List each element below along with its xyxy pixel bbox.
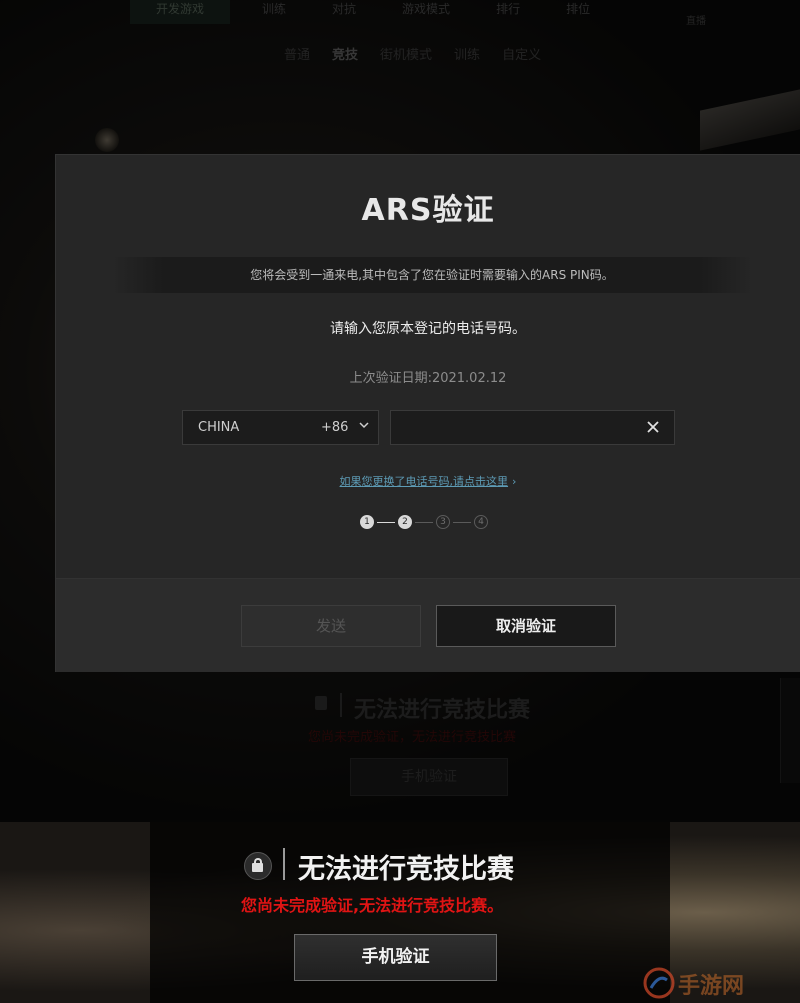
- watermark-logo-icon: [643, 967, 675, 999]
- lock-icon: [244, 852, 272, 880]
- step-connector: [377, 521, 395, 523]
- step-3: 3: [436, 515, 450, 529]
- step-4: 4: [474, 515, 488, 529]
- phone-verify-button[interactable]: 手机验证: [294, 934, 497, 981]
- clear-icon[interactable]: [646, 420, 660, 434]
- top-tab[interactable]: 对抗: [318, 0, 370, 24]
- country-name: CHINA: [198, 420, 240, 435]
- step-connector: [415, 521, 433, 523]
- side-panel: [780, 678, 800, 783]
- warning-title: 无法进行竞技比赛: [298, 854, 514, 885]
- top-tab[interactable]: 游戏模式: [388, 0, 464, 24]
- mode-tab-competitive[interactable]: 竞技: [332, 44, 358, 63]
- watermark: 手游网: [642, 962, 800, 1003]
- warning-subtitle: 您尚未完成验证,无法进行竞技比赛。: [241, 896, 504, 915]
- step-2: 2: [398, 515, 412, 529]
- dim-warning-subtitle: 您尚未完成验证，无法进行竞技比赛: [308, 730, 517, 745]
- dim-divider: [340, 693, 342, 717]
- dialog-title: ARS验证: [361, 193, 495, 228]
- country-dial-code: +86: [321, 420, 349, 435]
- mode-tab-normal[interactable]: 普通: [284, 44, 310, 63]
- top-navigation: 开发游戏 训练 对抗 游戏模式 排行 排位: [130, 0, 604, 24]
- lock-body: [252, 863, 263, 872]
- top-tab[interactable]: 排位: [552, 0, 604, 24]
- cancel-verification-button[interactable]: 取消验证: [436, 605, 616, 647]
- top-tab[interactable]: 训练: [248, 0, 300, 24]
- dialog-footer: 发送 取消验证: [56, 578, 800, 672]
- background-lamp: [95, 128, 119, 152]
- change-phone-link[interactable]: 如果您更换了电话号码,请点击这里 ›: [56, 473, 800, 489]
- top-tab[interactable]: 开发游戏: [130, 0, 231, 24]
- ars-verification-dialog: ARS验证 您将会受到一通来电,其中包含了您在验证时需要输入的ARS PIN码。…: [56, 155, 800, 672]
- dim-warning-title: 无法进行竞技比赛: [354, 698, 531, 723]
- phone-number-input[interactable]: [390, 410, 675, 445]
- watermark-text: 手游网: [678, 974, 745, 999]
- step-indicator: 1 2 3 4: [360, 514, 488, 530]
- send-button[interactable]: 发送: [241, 605, 421, 647]
- title-divider: [283, 848, 285, 880]
- mode-tab-training[interactable]: 训练: [454, 44, 480, 63]
- step-connector: [453, 521, 471, 523]
- top-tab[interactable]: 排行: [482, 0, 534, 24]
- mode-tab-custom[interactable]: 自定义: [502, 44, 541, 63]
- chevron-right-icon: ›: [512, 475, 517, 488]
- dim-lock-icon: [315, 696, 327, 710]
- mode-tab-arcade[interactable]: 街机模式: [380, 44, 432, 63]
- country-code-select[interactable]: CHINA +86: [182, 410, 379, 445]
- chevron-down-icon: [359, 422, 369, 429]
- change-phone-link-text: 如果您更换了电话号码,请点击这里: [339, 475, 509, 488]
- live-label[interactable]: 直播: [686, 12, 706, 27]
- step-1: 1: [360, 515, 374, 529]
- dim-phone-verify-button: 手机验证: [350, 758, 508, 796]
- mode-tabs: 普通 竞技 街机模式 训练 自定义: [284, 44, 541, 63]
- last-verified-date: 上次验证日期:2021.02.12: [349, 371, 507, 386]
- background-ledge: [700, 89, 800, 151]
- instruction-text: 请输入您原本登记的电话号码。: [330, 321, 526, 337]
- notice-message: 您将会受到一通来电,其中包含了您在验证时需要输入的ARS PIN码。: [112, 257, 752, 293]
